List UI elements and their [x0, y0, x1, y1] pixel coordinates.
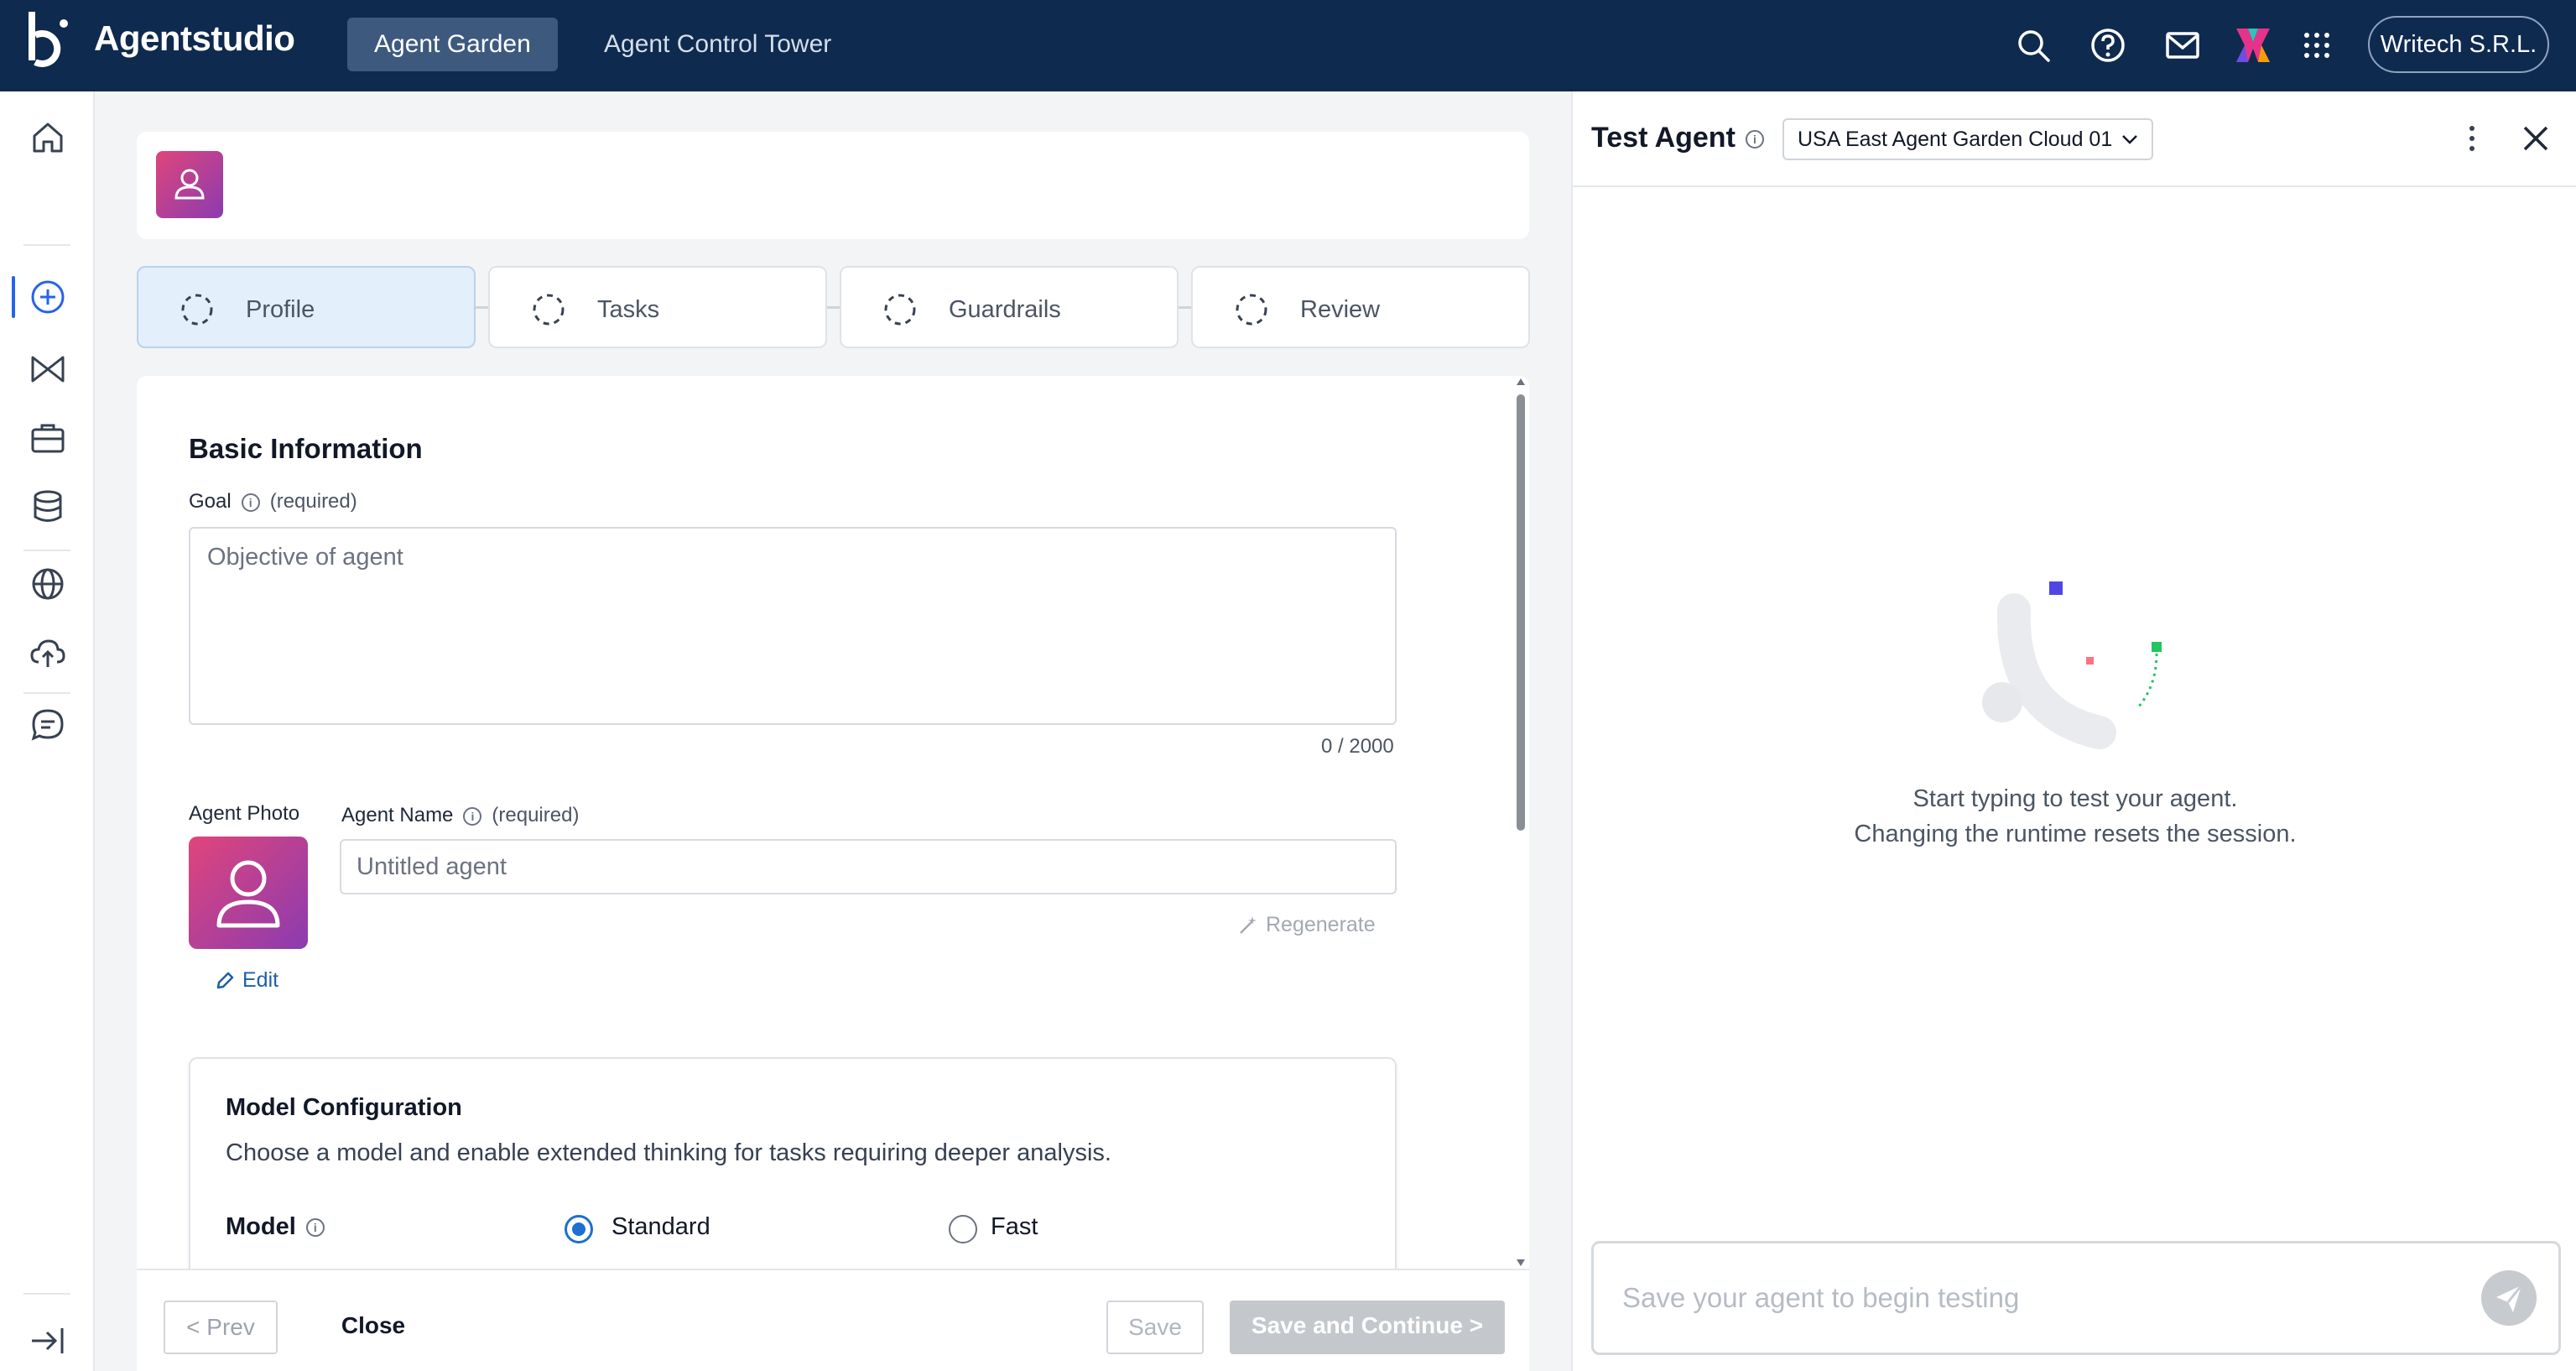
user-icon [174, 169, 205, 200]
send-icon [2496, 1285, 2523, 1312]
send-button[interactable] [2481, 1270, 2537, 1326]
bowtie-icon[interactable] [29, 350, 67, 388]
expand-icon[interactable] [29, 1321, 67, 1360]
model-configuration-card: Model Configuration Choose a model and e… [189, 1057, 1397, 1269]
model-fast-label[interactable]: Fast [991, 1213, 1038, 1241]
chat-input-placeholder: Save your agent to begin testing [1622, 1282, 2020, 1313]
step-review[interactable]: Review [1191, 266, 1530, 348]
tab-agent-garden[interactable]: Agent Garden [347, 18, 558, 71]
info-icon[interactable]: i [305, 1218, 325, 1238]
chevron-down-icon [2122, 135, 2137, 144]
agent-photo-label: Agent Photo [189, 802, 300, 825]
model-standard-radio[interactable] [565, 1215, 593, 1243]
active-indicator [12, 276, 15, 318]
agent-name-label-text: Agent Name [341, 804, 454, 826]
sidebar-divider [23, 692, 70, 694]
save-button[interactable]: Save [1106, 1301, 1204, 1354]
brand-logo-icon[interactable] [25, 10, 77, 70]
test-agent-panel: Test Agent i USA East Agent Garden Cloud … [1571, 91, 2576, 1371]
grid-icon[interactable] [2298, 27, 2335, 64]
goal-char-counter: 0 / 2000 [1321, 735, 1394, 758]
empty-state-message: Start typing to test your agent. Changin… [1573, 781, 2576, 852]
regenerate-button[interactable]: Regenerate [1237, 913, 1376, 937]
model-label-text: Model [226, 1213, 296, 1240]
goal-label: Goal i (required) [189, 490, 357, 513]
apps-logo-icon[interactable] [2233, 25, 2273, 65]
model-standard-label[interactable]: Standard [611, 1213, 710, 1241]
more-options-icon[interactable] [2464, 122, 2480, 155]
help-icon[interactable] [2089, 27, 2126, 64]
magic-wand-icon [1237, 915, 1259, 936]
top-bar: Agentstudio Agent Garden Agent Control T… [0, 0, 2576, 91]
edit-photo-link[interactable]: Edit [214, 968, 278, 993]
step-label: Review [1300, 296, 1381, 323]
step-status-icon [884, 294, 916, 326]
cloud-upload-icon[interactable] [29, 633, 67, 672]
runtime-value: USA East Agent Garden Cloud 01 [1798, 128, 2113, 151]
goal-textarea[interactable]: Objective of agent [189, 527, 1397, 725]
create-icon[interactable] [29, 278, 67, 316]
step-status-icon [181, 294, 213, 326]
goal-label-text: Goal [189, 490, 232, 513]
edit-label: Edit [242, 968, 279, 992]
save-and-continue-button[interactable]: Save and Continue > [1230, 1301, 1505, 1354]
agent-photo[interactable] [189, 837, 308, 949]
runtime-select[interactable]: USA East Agent Garden Cloud 01 [1782, 118, 2153, 160]
briefcase-icon[interactable] [29, 419, 67, 457]
info-icon[interactable]: i [241, 493, 260, 512]
model-config-title: Model Configuration [226, 1094, 462, 1121]
home-icon[interactable] [29, 118, 67, 157]
app-name: Agentstudio [94, 18, 295, 58]
prev-button[interactable]: < Prev [164, 1301, 278, 1354]
close-button[interactable]: Close [323, 1301, 424, 1354]
step-status-icon [533, 294, 565, 326]
profile-form: Basic Information Goal i (required) Object… [137, 376, 1529, 1269]
step-profile[interactable]: Profile [137, 266, 476, 348]
scroll-down-icon[interactable] [1516, 1259, 1526, 1267]
sidebar-divider [23, 1293, 70, 1295]
info-icon[interactable]: i [463, 806, 482, 826]
agent-name-input[interactable]: Untitled agent [340, 839, 1397, 894]
user-icon [216, 860, 280, 928]
test-panel-title-text: Test Agent [1591, 122, 1736, 154]
mail-icon[interactable] [2164, 27, 2201, 64]
test-panel-header: Test Agent i USA East Agent Garden Cloud … [1573, 91, 2576, 187]
left-sidebar [0, 91, 95, 1371]
globe-icon[interactable] [29, 565, 67, 603]
sidebar-divider [23, 550, 70, 551]
agent-header-card [137, 132, 1529, 239]
regenerate-label: Regenerate [1266, 913, 1376, 936]
step-tasks[interactable]: Tasks [488, 266, 827, 348]
close-panel-icon[interactable] [2521, 123, 2551, 154]
test-panel-title: Test Agent i [1591, 122, 1774, 154]
scroll-up-icon[interactable] [1516, 378, 1526, 386]
step-label: Profile [246, 296, 315, 323]
step-status-icon [1236, 294, 1267, 326]
scrollbar-thumb[interactable] [1517, 394, 1525, 831]
test-chat-input[interactable]: Save your agent to begin testing [1591, 1241, 2561, 1355]
step-label: Tasks [597, 296, 660, 323]
info-icon[interactable]: i [1745, 130, 1764, 149]
step-guardrails[interactable]: Guardrails [840, 266, 1179, 348]
pencil-icon [214, 970, 236, 992]
empty-state-line-1: Start typing to test your agent. [1912, 785, 2238, 812]
model-config-description: Choose a model and enable extended think… [226, 1139, 1111, 1166]
agent-name-label: Agent Name i (required) [341, 804, 579, 827]
model-fast-radio[interactable] [949, 1215, 977, 1243]
database-icon[interactable] [29, 487, 67, 526]
form-footer: < Prev Close Save Save and Continue > [137, 1269, 1529, 1371]
chat-icon[interactable] [29, 706, 67, 744]
required-tag: (required) [492, 804, 580, 826]
tab-agent-control-tower[interactable]: Agent Control Tower [577, 18, 858, 71]
sidebar-divider [23, 244, 70, 246]
step-label: Guardrails [949, 296, 1061, 323]
org-switcher[interactable]: Writech S.R.L. [2368, 16, 2549, 73]
search-icon[interactable] [2015, 27, 2052, 64]
model-label: Model i [226, 1213, 335, 1241]
empty-state-line-2: Changing the runtime resets the session. [1854, 821, 2297, 847]
agent-avatar [156, 151, 223, 218]
required-tag: (required) [269, 490, 357, 513]
section-title: Basic Information [189, 433, 423, 464]
